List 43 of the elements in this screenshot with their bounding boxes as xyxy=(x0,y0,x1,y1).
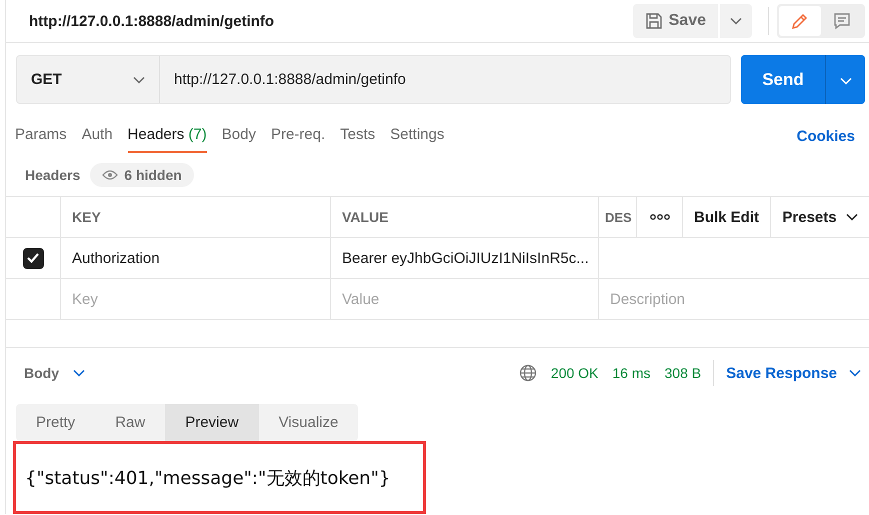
edit-mode-button[interactable] xyxy=(779,6,821,36)
column-header: KEY xyxy=(72,209,101,225)
caret-icon xyxy=(846,213,858,221)
column-header: VALUE xyxy=(342,209,388,225)
cookies-link[interactable]: Cookies xyxy=(790,126,861,146)
body-dropdown[interactable]: Body xyxy=(18,364,91,382)
header-value[interactable]: Bearer eyJhbGciOiJIUzI1NiIsInR5c... xyxy=(342,250,589,266)
status-code: 200 OK xyxy=(550,365,598,381)
column-header: DES xyxy=(605,210,632,224)
response-size: 308 B xyxy=(664,365,702,381)
headers-label: Headers xyxy=(25,167,80,183)
caret-icon xyxy=(730,17,742,25)
response-view-tab[interactable]: Visualize xyxy=(258,404,358,441)
response-view-tab[interactable]: Preview xyxy=(165,404,259,441)
request-tab[interactable]: Headers (7) xyxy=(128,120,207,152)
response-preview: {"status":401,"message":"无效的token"} xyxy=(13,441,426,514)
presets-dropdown[interactable]: Presets xyxy=(771,197,869,237)
eye-icon xyxy=(102,170,118,180)
checkmark-icon xyxy=(26,252,40,264)
globe-icon xyxy=(518,364,537,382)
checkbox[interactable] xyxy=(22,248,44,268)
save-response-button[interactable]: Save Response xyxy=(726,364,869,382)
response-view-tab[interactable]: Pretty xyxy=(16,404,96,441)
response-view-tab[interactable]: Raw xyxy=(95,404,166,441)
pencil-icon xyxy=(790,11,810,31)
request-tab[interactable]: Auth xyxy=(82,120,113,152)
save-options-button[interactable] xyxy=(720,4,752,38)
caret-icon xyxy=(73,369,85,377)
save-button[interactable]: Save xyxy=(632,4,718,38)
request-tab[interactable]: Pre-req. xyxy=(270,120,326,152)
more-icon xyxy=(650,214,670,220)
hidden-headers-toggle[interactable]: 6 hidden xyxy=(90,163,194,187)
caret-icon xyxy=(840,76,852,84)
request-tab[interactable]: Settings xyxy=(390,120,444,152)
header-key[interactable]: Authorization xyxy=(72,250,160,266)
bulk-edit-button[interactable]: Bulk Edit xyxy=(683,197,771,237)
request-tab[interactable]: Body xyxy=(222,120,256,152)
response-time: 16 ms xyxy=(612,365,651,381)
request-title: http://127.0.0.1:8888/admin/getinfo xyxy=(29,12,276,30)
request-tab[interactable]: Params xyxy=(15,120,67,152)
caret-icon xyxy=(849,369,861,377)
request-tab[interactable]: Tests xyxy=(340,120,376,152)
comment-icon xyxy=(832,11,852,31)
